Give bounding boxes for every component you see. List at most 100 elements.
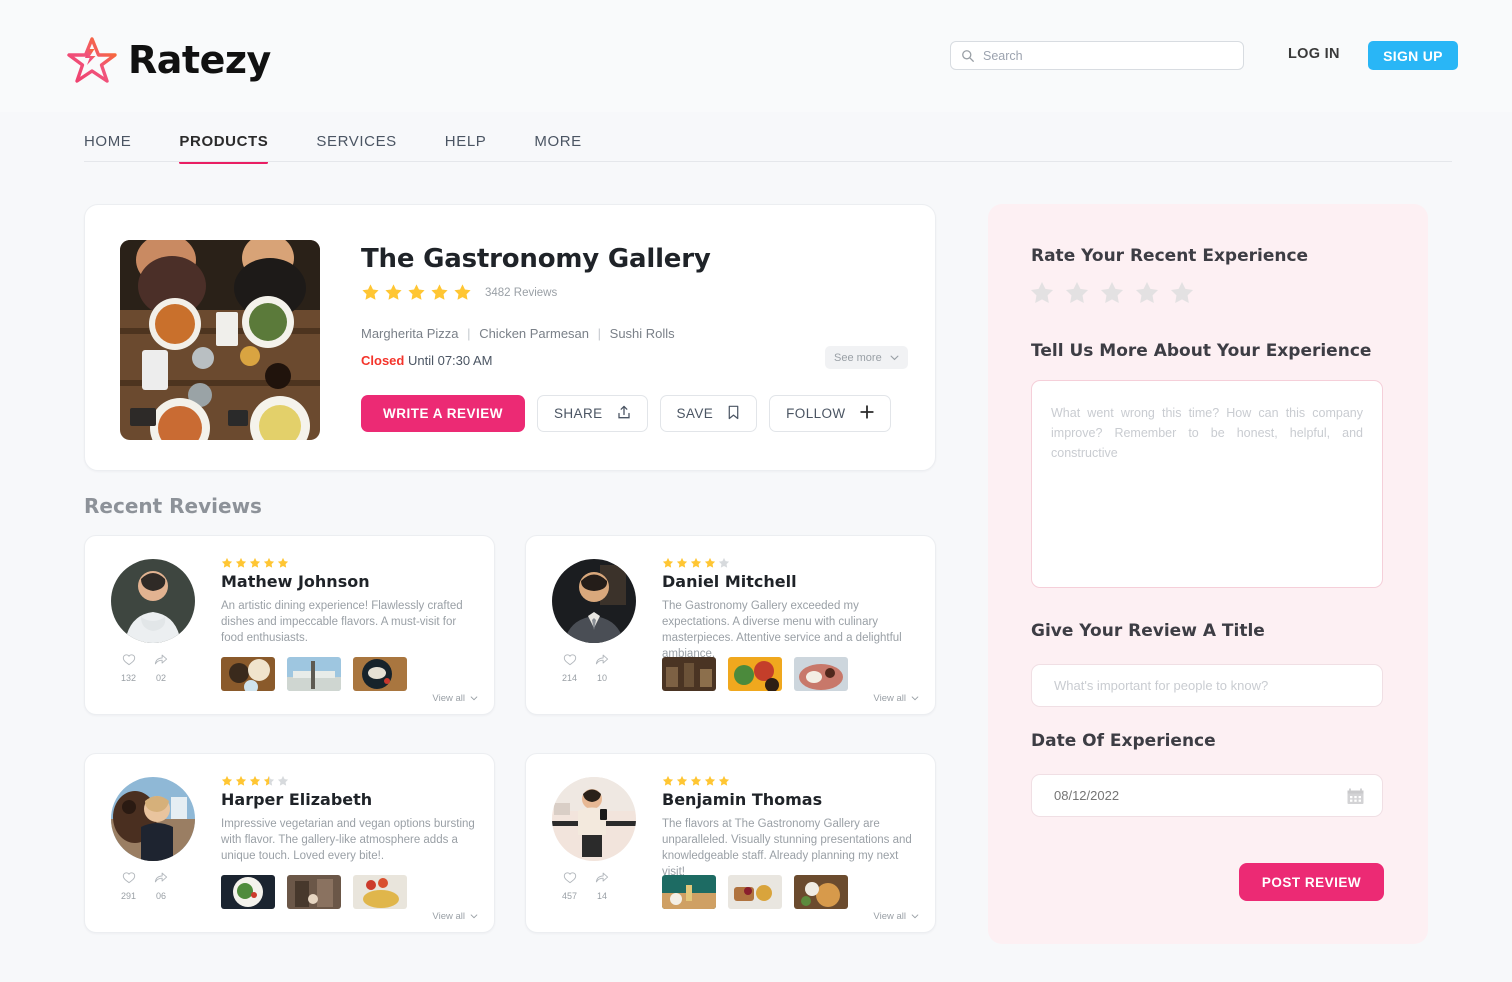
nav-label: MORE [534,133,582,150]
business-hours-status: Closed Until 07:30 AM [361,353,493,368]
review-photo-thumb[interactable] [353,657,407,691]
save-label: SAVE [676,406,714,421]
log-in-button[interactable]: LOG IN [1288,46,1340,62]
sign-up-button[interactable]: SIGN UP [1368,41,1458,70]
star-icon [454,284,471,300]
review-photo-thumb[interactable] [221,657,275,691]
rating-input[interactable] [1029,280,1195,306]
review-rating [221,775,289,787]
star-icon-empty [277,775,289,786]
review-photo-thumb[interactable] [287,657,341,691]
view-all-photos[interactable]: View all [873,911,919,922]
star-icon [277,557,289,568]
date-field[interactable] [1031,774,1383,817]
review-photo-thumb[interactable] [794,657,848,691]
share-control[interactable]: 14 [595,871,609,901]
date-input[interactable] [1032,775,1382,816]
see-more-label: See more [834,351,882,364]
share-count: 06 [156,891,167,901]
like-count: 457 [562,891,578,901]
chevron-down-icon [890,352,899,364]
star-icon-empty [1100,281,1124,303]
see-more-button[interactable]: See more [825,346,908,369]
star-logo-icon [66,34,118,86]
star-icon [662,775,674,786]
tag-item: Sushi Rolls [609,326,675,341]
like-control[interactable]: 291 [121,871,136,901]
write-a-review-button[interactable]: WRITE A REVIEW [361,395,525,432]
nav-item-products[interactable]: PRODUCTS [155,133,292,164]
like-control[interactable]: 214 [562,653,577,683]
business-actions: WRITE A REVIEW SHARE SAVE FOLLOW [361,395,891,432]
chevron-down-icon [470,693,478,704]
tag-item: Chicken Parmesan [479,326,590,341]
review-photo-thumb[interactable] [728,875,782,909]
follow-button[interactable]: FOLLOW [769,395,891,432]
nav-label: HOME [84,133,132,150]
search-input[interactable] [983,48,1233,63]
review-title-input[interactable] [1031,664,1383,707]
heart-icon [563,653,577,671]
star-icon [408,284,425,300]
review-photo-thumb[interactable] [221,875,275,909]
search-icon [961,49,975,63]
star-icon [704,557,716,568]
share-button[interactable]: SHARE [537,395,648,432]
business-tags: Margherita Pizza | Chicken Parmesan | Su… [361,326,675,341]
calendar-icon[interactable] [1347,788,1364,805]
reviewer-name: Daniel Mitchell [662,572,797,591]
reviewer-name: Benjamin Thomas [662,790,823,809]
review-card: Daniel Mitchell The Gastronomy Gallery e… [525,535,936,715]
save-button[interactable]: SAVE [659,395,758,432]
avatar [552,777,636,861]
status-badge: Closed [361,353,405,368]
star-icon [676,557,688,568]
view-all-photos[interactable]: View all [432,911,478,922]
review-photo-thumb[interactable] [287,875,341,909]
site-header: Ratezy LOG IN SIGN UP [0,0,1512,112]
star-icon [235,775,247,786]
review-photos [221,875,407,909]
date-heading: Date Of Experience [1031,731,1216,751]
avatar [111,777,195,861]
post-review-button[interactable]: POST REVIEW [1239,863,1384,901]
view-all-label: View all [432,911,465,922]
like-count: 291 [121,891,137,901]
nav-item-more[interactable]: MORE [510,133,605,164]
review-photo-thumb[interactable] [662,875,716,909]
review-photos [221,657,407,691]
star-icon-empty [1065,281,1089,303]
share-count: 10 [597,673,608,683]
review-photo-thumb[interactable] [794,875,848,909]
view-all-photos[interactable]: View all [432,693,478,704]
nav-item-services[interactable]: SERVICES [292,133,420,164]
like-control[interactable]: 457 [562,871,577,901]
star-icon [690,775,702,786]
search-box[interactable] [950,41,1244,70]
logo[interactable]: Ratezy [66,34,271,86]
share-count: 14 [597,891,608,901]
avatar [552,559,636,643]
star-icon-empty [1030,281,1054,303]
nav-item-help[interactable]: HELP [421,133,511,164]
share-control[interactable]: 06 [154,871,168,901]
share-icon [154,653,168,671]
review-photo-thumb[interactable] [728,657,782,691]
tell-us-heading: Tell Us More About Your Experience [1031,341,1372,361]
view-all-photos[interactable]: View all [873,693,919,704]
share-count: 02 [156,673,167,683]
like-control[interactable]: 132 [121,653,136,683]
share-icon [595,871,609,889]
review-body-textarea[interactable] [1031,380,1383,588]
share-control[interactable]: 02 [154,653,168,683]
view-all-label: View all [873,693,906,704]
review-photo-thumb[interactable] [662,657,716,691]
share-control[interactable]: 10 [595,653,609,683]
logo-text: Ratezy [128,38,271,82]
star-icon-empty [1170,281,1194,303]
star-icon [676,775,688,786]
review-photo-thumb[interactable] [353,875,407,909]
nav-item-home[interactable]: HOME [84,133,155,164]
star-icon [718,775,730,786]
nav-label: SERVICES [316,133,397,150]
